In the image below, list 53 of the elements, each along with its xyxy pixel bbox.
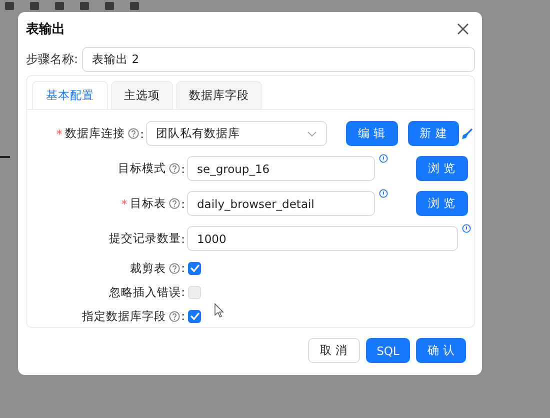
close-icon[interactable] — [457, 23, 469, 35]
toolbar-icon[interactable] — [29, 2, 40, 10]
label-colon: : — [181, 261, 185, 275]
help-icon[interactable] — [169, 262, 180, 274]
label-colon: : — [181, 309, 185, 323]
info-icon[interactable] — [379, 154, 388, 163]
step-name-field[interactable]: 表输出 2 — [82, 46, 475, 72]
action-button[interactable]: 新 建 — [408, 121, 460, 146]
field-label: 提交记录数量 — [109, 231, 182, 246]
browse-button[interactable]: 浏 览 — [416, 191, 468, 216]
toolbar-icon[interactable] — [79, 2, 90, 10]
field-label: 目标表 — [130, 196, 166, 211]
toolbar-icon[interactable] — [54, 2, 65, 10]
database-select[interactable]: 团队私有数据库 — [146, 121, 327, 146]
dialog-title: 表输出 — [26, 21, 65, 38]
field-label: 指定数据库字段 — [82, 308, 166, 324]
field-label: 目标模式 — [118, 161, 166, 176]
help-icon[interactable] — [169, 310, 180, 322]
chevron-down-icon — [307, 130, 317, 136]
help-icon[interactable] — [169, 163, 180, 174]
step-name-label: 步骤名称: — [26, 50, 78, 68]
browse-button[interactable]: 浏 览 — [416, 156, 468, 181]
text-field[interactable]: daily_browser_detail — [187, 191, 375, 216]
toolbar-icon[interactable] — [4, 2, 15, 10]
toolbar-icon[interactable] — [129, 2, 140, 10]
checkbox[interactable] — [188, 310, 201, 322]
label-colon: : — [181, 285, 185, 299]
required-mark: * — [56, 126, 62, 140]
tab[interactable]: 主选项 — [111, 81, 173, 109]
field-label: 数据库连接 — [65, 126, 126, 141]
toolbar-icon[interactable] — [104, 2, 115, 10]
brush-icon[interactable] — [461, 128, 474, 140]
tab[interactable]: 数据库字段 — [176, 81, 262, 109]
cursor-icon — [214, 303, 224, 318]
required-mark: * — [121, 196, 128, 210]
label-colon: : — [140, 126, 144, 140]
checkbox[interactable] — [188, 262, 201, 274]
footer-button[interactable]: SQL — [366, 338, 410, 363]
info-icon[interactable] — [379, 189, 388, 198]
tab[interactable]: 基本配置 — [32, 81, 108, 109]
info-icon[interactable] — [462, 224, 471, 233]
text-field[interactable]: se_group_16 — [187, 156, 375, 181]
text-field[interactable]: 1000 — [187, 226, 458, 251]
field-label: 忽略插入错误 — [109, 284, 182, 300]
label-colon: : — [181, 162, 185, 176]
footer-button[interactable]: 取 消 — [308, 338, 360, 363]
field-label: 裁剪表 — [130, 260, 166, 276]
label-colon: : — [181, 232, 185, 246]
label-colon: : — [181, 196, 185, 210]
footer-button[interactable]: 确 认 — [416, 338, 466, 363]
help-icon[interactable] — [128, 128, 140, 139]
action-button[interactable]: 编 辑 — [346, 121, 398, 146]
help-icon[interactable] — [169, 198, 180, 209]
